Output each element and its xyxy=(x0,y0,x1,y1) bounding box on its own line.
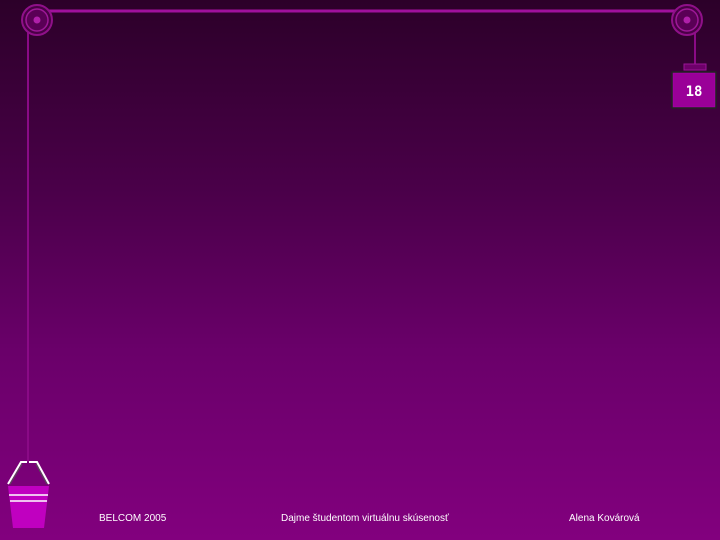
slide-number: 18 xyxy=(685,84,703,100)
footer-author: Alena Kovárová xyxy=(569,513,640,524)
right-pulley-icon xyxy=(671,4,703,36)
bucket-icon xyxy=(8,486,49,528)
slide-decoration xyxy=(7,4,717,528)
bucket-handle xyxy=(7,461,50,485)
footer-event: BELCOM 2005 xyxy=(99,513,167,524)
left-pulley-icon xyxy=(21,4,53,36)
footer-title: Dajme študentom virtuálnu skúsenosť xyxy=(281,513,449,524)
slide: 18 BELCOM 2005 Dajme študentom virtuálnu… xyxy=(0,0,720,540)
